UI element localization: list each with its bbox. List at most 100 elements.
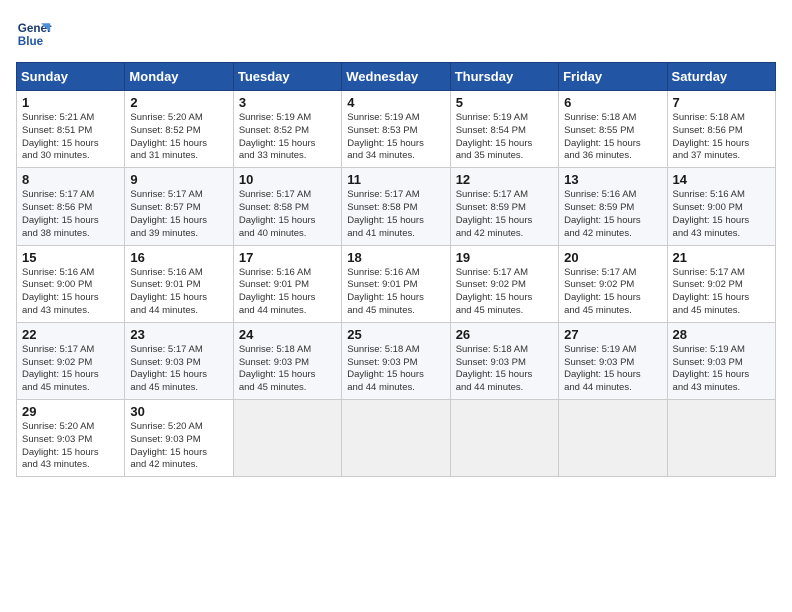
day-number: 20 [564, 250, 661, 265]
day-number: 17 [239, 250, 336, 265]
calendar-day-cell: 1 Sunrise: 5:21 AM Sunset: 8:51 PM Daylig… [17, 91, 125, 168]
day-info: Sunrise: 5:20 AM Sunset: 9:03 PM Dayligh… [22, 421, 119, 472]
day-number: 7 [673, 95, 770, 110]
calendar-header-saturday: Saturday [667, 63, 775, 91]
day-number: 10 [239, 172, 336, 187]
calendar-day-cell: 25 Sunrise: 5:18 AM Sunset: 9:03 PM Dayli… [342, 322, 450, 399]
calendar-day-cell: 28 Sunrise: 5:19 AM Sunset: 9:03 PM Dayli… [667, 322, 775, 399]
day-number: 16 [130, 250, 227, 265]
calendar-day-cell: 21 Sunrise: 5:17 AM Sunset: 9:02 PM Dayli… [667, 245, 775, 322]
day-info: Sunrise: 5:16 AM Sunset: 9:00 PM Dayligh… [673, 189, 770, 240]
day-info: Sunrise: 5:16 AM Sunset: 8:59 PM Dayligh… [564, 189, 661, 240]
calendar-header-wednesday: Wednesday [342, 63, 450, 91]
day-info: Sunrise: 5:17 AM Sunset: 9:02 PM Dayligh… [564, 267, 661, 318]
calendar-day-cell: 30 Sunrise: 5:20 AM Sunset: 9:03 PM Dayli… [125, 400, 233, 477]
day-info: Sunrise: 5:19 AM Sunset: 9:03 PM Dayligh… [673, 344, 770, 395]
day-number: 24 [239, 327, 336, 342]
day-number: 18 [347, 250, 444, 265]
day-info: Sunrise: 5:16 AM Sunset: 9:01 PM Dayligh… [347, 267, 444, 318]
calendar-day-cell: 6 Sunrise: 5:18 AM Sunset: 8:55 PM Daylig… [559, 91, 667, 168]
day-info: Sunrise: 5:17 AM Sunset: 8:56 PM Dayligh… [22, 189, 119, 240]
day-number: 11 [347, 172, 444, 187]
day-number: 23 [130, 327, 227, 342]
calendar-table: SundayMondayTuesdayWednesdayThursdayFrid… [16, 62, 776, 477]
day-number: 8 [22, 172, 119, 187]
calendar-header-monday: Monday [125, 63, 233, 91]
page-header: General Blue [16, 16, 776, 52]
calendar-week-row: 1 Sunrise: 5:21 AM Sunset: 8:51 PM Daylig… [17, 91, 776, 168]
calendar-day-cell: 12Sunrise: 5:17 AM Sunset: 8:59 PM Dayli… [450, 168, 558, 245]
day-info: Sunrise: 5:16 AM Sunset: 9:01 PM Dayligh… [239, 267, 336, 318]
day-info: Sunrise: 5:17 AM Sunset: 8:57 PM Dayligh… [130, 189, 227, 240]
day-number: 12 [456, 172, 553, 187]
day-info: Sunrise: 5:17 AM Sunset: 8:58 PM Dayligh… [239, 189, 336, 240]
calendar-week-row: 15 Sunrise: 5:16 AM Sunset: 9:00 PM Dayli… [17, 245, 776, 322]
day-number: 22 [22, 327, 119, 342]
calendar-day-cell: 8 Sunrise: 5:17 AM Sunset: 8:56 PM Daylig… [17, 168, 125, 245]
day-info: Sunrise: 5:16 AM Sunset: 9:01 PM Dayligh… [130, 267, 227, 318]
calendar-day-cell: 10 Sunrise: 5:17 AM Sunset: 8:58 PM Dayli… [233, 168, 341, 245]
calendar-day-cell: 24 Sunrise: 5:18 AM Sunset: 9:03 PM Dayli… [233, 322, 341, 399]
day-info: Sunrise: 5:18 AM Sunset: 9:03 PM Dayligh… [239, 344, 336, 395]
calendar-day-cell: 26Sunrise: 5:18 AM Sunset: 9:03 PM Dayli… [450, 322, 558, 399]
calendar-day-cell: 11 Sunrise: 5:17 AM Sunset: 8:58 PM Dayli… [342, 168, 450, 245]
day-info: Sunrise: 5:18 AM Sunset: 9:03 PM Dayligh… [347, 344, 444, 395]
day-info: Sunrise: 5:17 AM Sunset: 9:03 PM Dayligh… [130, 344, 227, 395]
day-number: 4 [347, 95, 444, 110]
day-info: Sunrise: 5:19 AM Sunset: 8:53 PM Dayligh… [347, 112, 444, 163]
day-number: 1 [22, 95, 119, 110]
day-info: Sunrise: 5:20 AM Sunset: 8:52 PM Dayligh… [130, 112, 227, 163]
day-info: Sunrise: 5:18 AM Sunset: 8:56 PM Dayligh… [673, 112, 770, 163]
day-number: 2 [130, 95, 227, 110]
day-number: 6 [564, 95, 661, 110]
calendar-empty-cell [559, 400, 667, 477]
day-number: 13 [564, 172, 661, 187]
calendar-day-cell: 23 Sunrise: 5:17 AM Sunset: 9:03 PM Dayli… [125, 322, 233, 399]
day-number: 3 [239, 95, 336, 110]
calendar-day-cell: 14 Sunrise: 5:16 AM Sunset: 9:00 PM Dayli… [667, 168, 775, 245]
calendar-header-sunday: Sunday [17, 63, 125, 91]
calendar-empty-cell [342, 400, 450, 477]
day-number: 14 [673, 172, 770, 187]
calendar-day-cell: 3 Sunrise: 5:19 AM Sunset: 8:52 PM Daylig… [233, 91, 341, 168]
day-info: Sunrise: 5:18 AM Sunset: 8:55 PM Dayligh… [564, 112, 661, 163]
calendar-day-cell: 18 Sunrise: 5:16 AM Sunset: 9:01 PM Dayli… [342, 245, 450, 322]
calendar-day-cell: 4 Sunrise: 5:19 AM Sunset: 8:53 PM Daylig… [342, 91, 450, 168]
day-info: Sunrise: 5:17 AM Sunset: 8:58 PM Dayligh… [347, 189, 444, 240]
calendar-empty-cell [450, 400, 558, 477]
calendar-day-cell: 9 Sunrise: 5:17 AM Sunset: 8:57 PM Daylig… [125, 168, 233, 245]
calendar-week-row: 22Sunrise: 5:17 AM Sunset: 9:02 PM Dayli… [17, 322, 776, 399]
svg-text:Blue: Blue [18, 35, 44, 48]
day-number: 5 [456, 95, 553, 110]
day-number: 21 [673, 250, 770, 265]
calendar-day-cell: 17 Sunrise: 5:16 AM Sunset: 9:01 PM Dayli… [233, 245, 341, 322]
calendar-header-row: SundayMondayTuesdayWednesdayThursdayFrid… [17, 63, 776, 91]
day-number: 30 [130, 404, 227, 419]
calendar-header-tuesday: Tuesday [233, 63, 341, 91]
day-number: 25 [347, 327, 444, 342]
day-number: 29 [22, 404, 119, 419]
calendar-day-cell: 20 Sunrise: 5:17 AM Sunset: 9:02 PM Dayli… [559, 245, 667, 322]
day-info: Sunrise: 5:16 AM Sunset: 9:00 PM Dayligh… [22, 267, 119, 318]
day-info: Sunrise: 5:18 AM Sunset: 9:03 PM Dayligh… [456, 344, 553, 395]
day-number: 28 [673, 327, 770, 342]
calendar-day-cell: 16 Sunrise: 5:16 AM Sunset: 9:01 PM Dayli… [125, 245, 233, 322]
day-info: Sunrise: 5:19 AM Sunset: 8:52 PM Dayligh… [239, 112, 336, 163]
day-info: Sunrise: 5:21 AM Sunset: 8:51 PM Dayligh… [22, 112, 119, 163]
calendar-day-cell: 22Sunrise: 5:17 AM Sunset: 9:02 PM Dayli… [17, 322, 125, 399]
calendar-day-cell: 7 Sunrise: 5:18 AM Sunset: 8:56 PM Daylig… [667, 91, 775, 168]
day-number: 9 [130, 172, 227, 187]
calendar-header-friday: Friday [559, 63, 667, 91]
logo: General Blue [16, 16, 56, 52]
day-info: Sunrise: 5:20 AM Sunset: 9:03 PM Dayligh… [130, 421, 227, 472]
calendar-day-cell: 15 Sunrise: 5:16 AM Sunset: 9:00 PM Dayli… [17, 245, 125, 322]
calendar-day-cell: 29 Sunrise: 5:20 AM Sunset: 9:03 PM Dayli… [17, 400, 125, 477]
calendar-empty-cell [233, 400, 341, 477]
day-number: 15 [22, 250, 119, 265]
day-info: Sunrise: 5:17 AM Sunset: 9:02 PM Dayligh… [673, 267, 770, 318]
day-info: Sunrise: 5:19 AM Sunset: 9:03 PM Dayligh… [564, 344, 661, 395]
calendar-day-cell: 2 Sunrise: 5:20 AM Sunset: 8:52 PM Daylig… [125, 91, 233, 168]
day-info: Sunrise: 5:17 AM Sunset: 9:02 PM Dayligh… [456, 267, 553, 318]
calendar-day-cell: 27Sunrise: 5:19 AM Sunset: 9:03 PM Dayli… [559, 322, 667, 399]
calendar-day-cell: 5Sunrise: 5:19 AM Sunset: 8:54 PM Daylig… [450, 91, 558, 168]
